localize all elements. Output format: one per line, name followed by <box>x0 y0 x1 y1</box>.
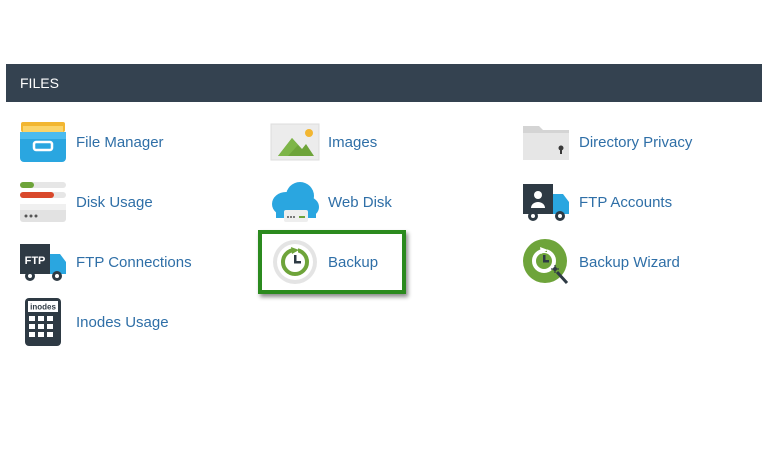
backup-label[interactable]: Backup <box>328 254 378 271</box>
disk-usage-icon <box>18 178 68 226</box>
ftp-accounts-item[interactable]: FTP Accounts <box>521 178 672 226</box>
inodes-usage-icon: inodes <box>18 298 68 346</box>
inodes-usage-item[interactable]: inodes Inodes Usage <box>18 298 169 346</box>
ftp-connections-icon: FTP <box>18 238 68 286</box>
directory-privacy-icon <box>521 118 571 166</box>
disk-usage-label[interactable]: Disk Usage <box>76 194 153 211</box>
files-grid: File Manager Images Directory Privacy Di… <box>6 102 762 362</box>
file-manager-item[interactable]: File Manager <box>18 118 164 166</box>
web-disk-icon <box>270 178 320 226</box>
backup-wizard-item[interactable]: Backup Wizard <box>521 238 680 286</box>
disk-usage-item[interactable]: Disk Usage <box>18 178 153 226</box>
ftp-connections-label[interactable]: FTP Connections <box>76 254 192 271</box>
files-panel: FILES File Manager Images Directory Priv… <box>6 64 762 362</box>
images-icon <box>270 118 320 166</box>
backup-item[interactable]: Backup <box>270 238 378 286</box>
images-item[interactable]: Images <box>270 118 377 166</box>
directory-privacy-label[interactable]: Directory Privacy <box>579 134 692 151</box>
ftp-accounts-icon <box>521 178 571 226</box>
images-label[interactable]: Images <box>328 134 377 151</box>
ftp-connections-item[interactable]: FTP FTP Connections <box>18 238 192 286</box>
file-manager-label[interactable]: File Manager <box>76 134 164 151</box>
backup-icon <box>270 238 320 286</box>
directory-privacy-item[interactable]: Directory Privacy <box>521 118 692 166</box>
inodes-icon-text: inodes <box>30 303 56 312</box>
web-disk-item[interactable]: Web Disk <box>270 178 392 226</box>
backup-wizard-icon <box>521 238 571 286</box>
file-manager-icon <box>18 118 68 166</box>
panel-header: FILES <box>6 64 762 102</box>
backup-wizard-label[interactable]: Backup Wizard <box>579 254 680 271</box>
ftp-accounts-label[interactable]: FTP Accounts <box>579 194 672 211</box>
inodes-usage-label[interactable]: Inodes Usage <box>76 314 169 331</box>
ftp-icon-text: FTP <box>25 255 46 267</box>
web-disk-label[interactable]: Web Disk <box>328 194 392 211</box>
